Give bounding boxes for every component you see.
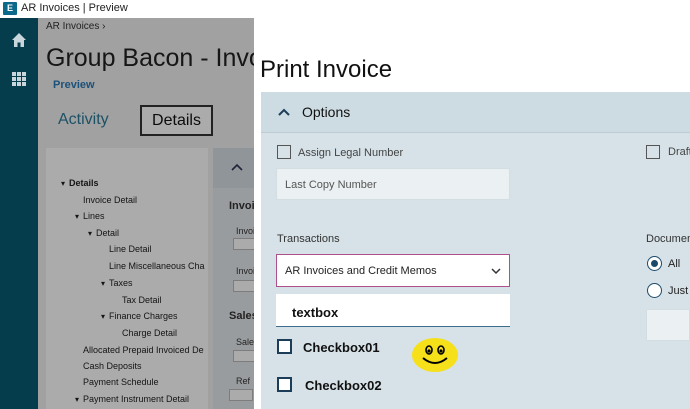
checkbox01-label: Checkbox01 (303, 340, 380, 355)
grid-icon[interactable] (9, 69, 29, 89)
app-icon: E (3, 2, 17, 15)
checkbox02-label: Checkbox02 (305, 378, 382, 393)
assign-legal-number-label: Assign Legal Number (298, 147, 404, 159)
textbox-value: textbox (292, 305, 339, 320)
assign-legal-number-checkbox[interactable] (277, 145, 291, 159)
checkbox02[interactable] (277, 377, 292, 392)
home-icon[interactable] (9, 30, 29, 50)
smiley-face-icon (412, 338, 458, 372)
options-label: Options (302, 104, 351, 120)
chevron-down-icon[interactable] (490, 266, 502, 276)
draft-label: Draft (668, 146, 690, 158)
transactions-value: AR Invoices and Credit Memos (285, 265, 437, 277)
checkbox01[interactable] (277, 339, 292, 354)
last-copy-number-field[interactable]: Last Copy Number (276, 168, 510, 200)
nav-rail (0, 18, 38, 409)
chevron-up-icon[interactable] (275, 103, 293, 121)
radio-just[interactable] (647, 283, 662, 298)
transactions-label: Transactions (277, 233, 340, 245)
title-bar: E AR Invoices | Preview (0, 0, 690, 18)
document-field[interactable] (646, 309, 690, 341)
draft-checkbox[interactable] (646, 145, 660, 159)
document-label: Documen (646, 233, 690, 245)
modal-overlay[interactable] (38, 18, 254, 409)
options-panel (261, 92, 690, 409)
radio-all[interactable] (647, 256, 662, 271)
radio-just-label: Just (668, 285, 689, 297)
window-title: AR Invoices | Preview (21, 2, 128, 14)
dialog-title: Print Invoice (260, 56, 393, 83)
radio-all-label: All (668, 258, 681, 270)
